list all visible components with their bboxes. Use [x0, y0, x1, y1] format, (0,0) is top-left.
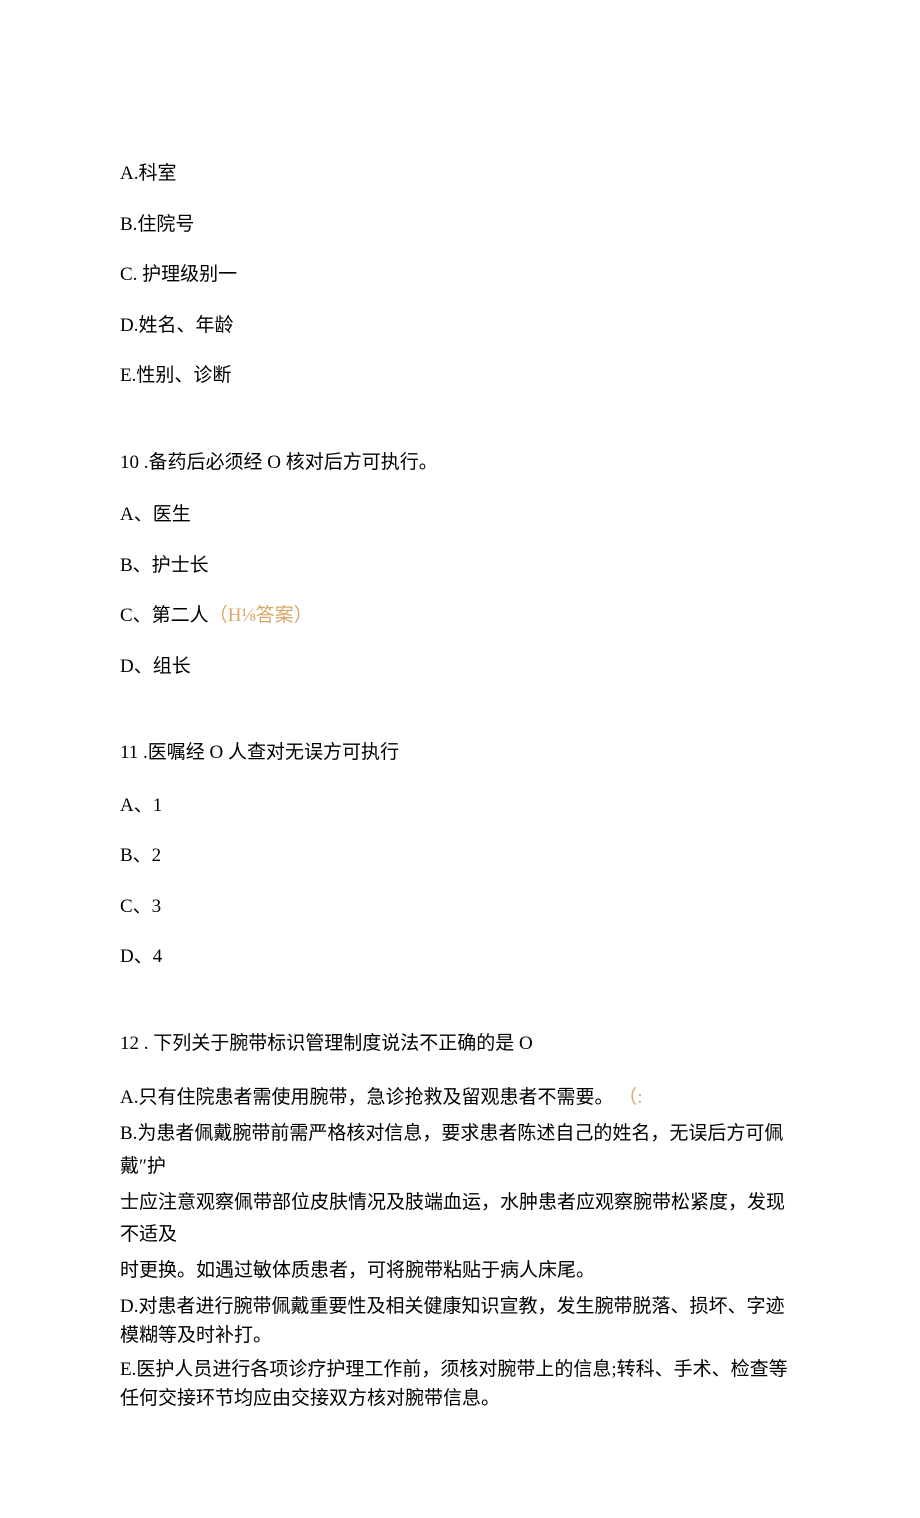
q11-option-a: A、1 — [120, 792, 800, 821]
q9-option-e: E.性别、诊断 — [120, 362, 800, 391]
q12-option-a-text: A.只有住院患者需使用腕带，急诊抢救及留观患者不需要。 — [120, 1087, 613, 1108]
q11-option-b: B、2 — [120, 842, 800, 871]
q9-option-d: D.姓名、年龄 — [120, 312, 800, 341]
q10-option-b: B、护士长 — [120, 552, 800, 581]
q12-option-a: A.只有住院患者需使用腕带，急诊抢救及留观患者不需要。 （: — [120, 1082, 800, 1114]
q10-option-c-answer-mark: （H⅛答案） — [209, 605, 313, 626]
q12-stem: 12 . 下列关于腕带标识管理制度说法不正确的是 O — [120, 1030, 800, 1059]
q10-option-d: D、组长 — [120, 653, 800, 682]
q12-tight-block: D.对患者进行腕带佩戴重要性及相关健康知识宣教，发生腕带脱落、损坏、字迹模糊等及… — [120, 1292, 800, 1414]
q10-option-c: C、第二人（H⅛答案） — [120, 602, 800, 631]
document-page: A.科室 B.住院号 C. 护理级别一 D.姓名、年龄 E.性别、诊断 10 .… — [0, 0, 920, 1518]
q12-option-b-line2: 士应注意观察佩带部位皮肤情况及肢端血运，水肿患者应观察腕带松紧度，发现不适及 — [120, 1187, 800, 1252]
q10-stem: 10 .备药后必须经 O 核对后方可执行。 — [120, 449, 800, 478]
q11-option-d: D、4 — [120, 943, 800, 972]
q9-option-c: C. 护理级别一 — [120, 261, 800, 290]
q9-option-a: A.科室 — [120, 160, 800, 189]
q11-option-c: C、3 — [120, 893, 800, 922]
q12-option-b-line1: B.为患者佩戴腕带前需严格核对信息，要求患者陈述自己的姓名，无误后方可佩戴″护 — [120, 1118, 800, 1183]
q9-option-b: B.住院号 — [120, 211, 800, 240]
q10-option-a: A、医生 — [120, 501, 800, 530]
q10-option-c-text: C、第二人 — [120, 605, 209, 626]
q12-option-a-mark: （: — [618, 1087, 642, 1108]
q11-stem: 11 .医嘱经 O 人查对无误方可执行 — [120, 739, 800, 768]
q12-option-b-line3: 时更换。如遇过敏体质患者，可将腕带粘贴于病人床尾。 — [120, 1255, 800, 1287]
q12-option-e: E.医护人员进行各项诊疗护理工作前，须核对腕带上的信息;转科、手术、检查等任何交… — [120, 1355, 800, 1414]
